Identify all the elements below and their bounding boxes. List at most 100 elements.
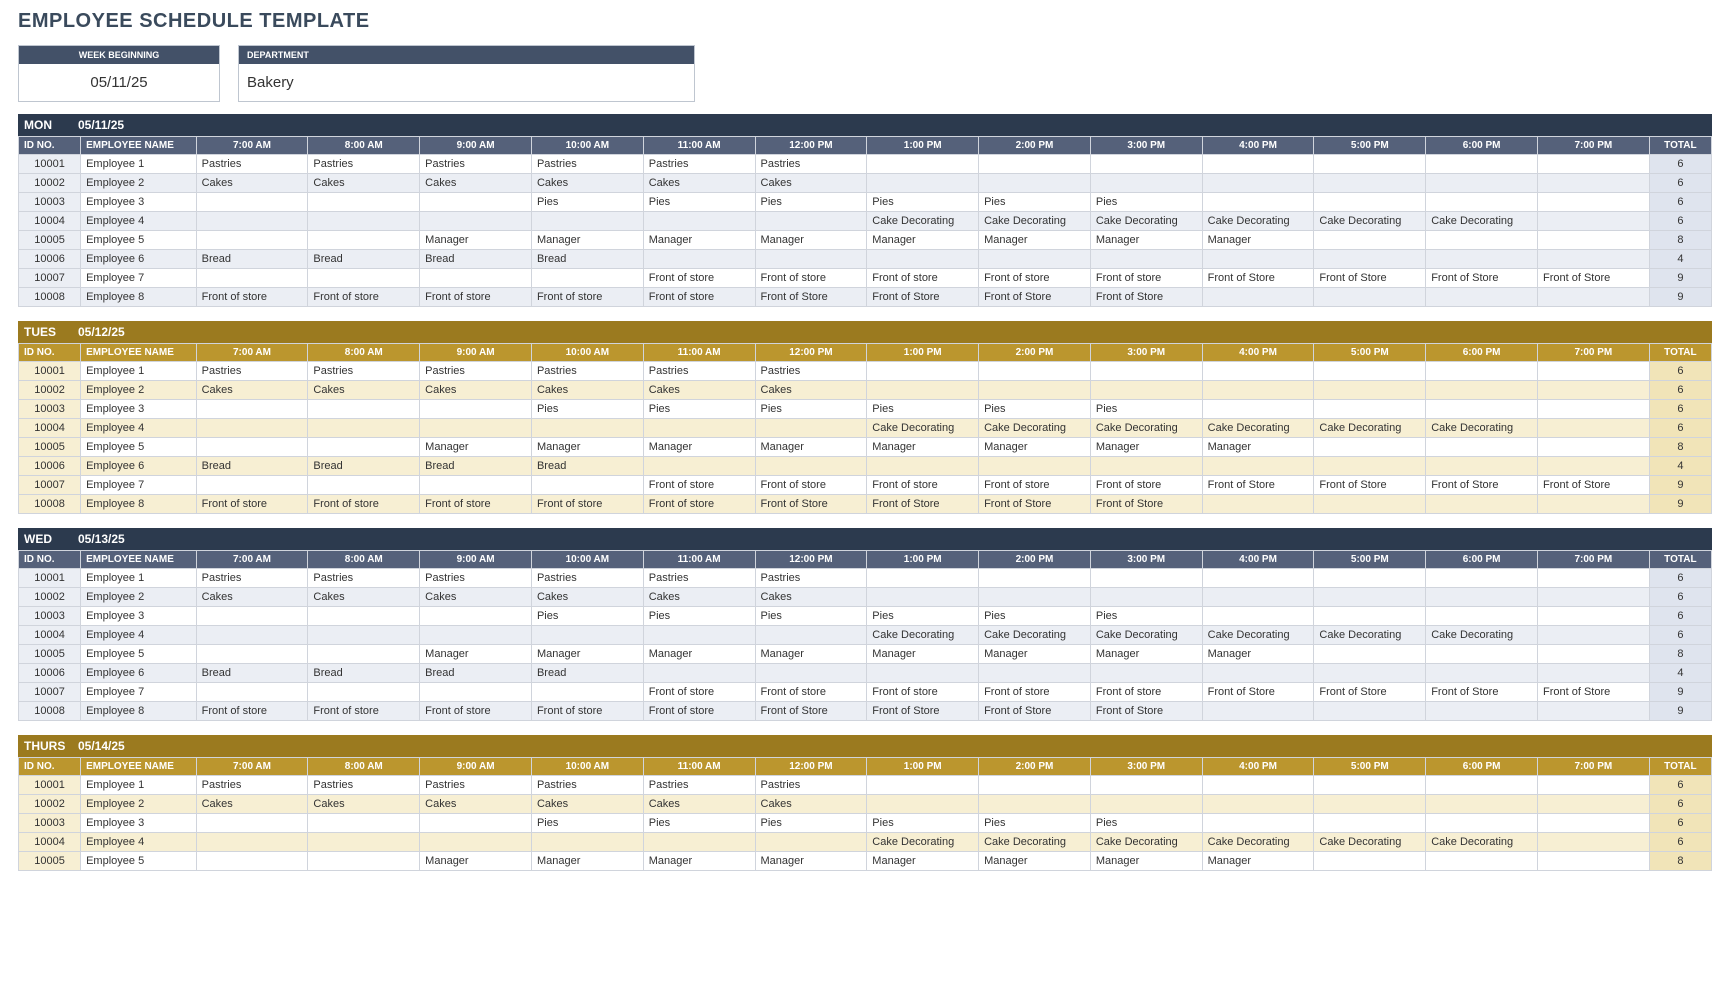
cell-shift[interactable]: Front of Store: [1314, 476, 1426, 495]
cell-shift[interactable]: Pastries: [420, 776, 532, 795]
cell-shift[interactable]: Manager: [867, 438, 979, 457]
cell-shift[interactable]: [196, 231, 308, 250]
cell-shift[interactable]: Manager: [420, 645, 532, 664]
cell-shift[interactable]: Pies: [1090, 814, 1202, 833]
cell-shift[interactable]: [1090, 588, 1202, 607]
cell-shift[interactable]: [1202, 250, 1314, 269]
cell-shift[interactable]: Bread: [196, 457, 308, 476]
cell-shift[interactable]: [1537, 833, 1649, 852]
cell-shift[interactable]: [755, 419, 867, 438]
cell-shift[interactable]: [308, 193, 420, 212]
cell-shift[interactable]: [755, 250, 867, 269]
cell-shift[interactable]: [979, 155, 1091, 174]
cell-shift[interactable]: Pastries: [420, 362, 532, 381]
cell-shift[interactable]: [420, 193, 532, 212]
cell-shift[interactable]: [1537, 438, 1649, 457]
cell-shift[interactable]: [1314, 795, 1426, 814]
cell-shift[interactable]: Pastries: [755, 155, 867, 174]
cell-shift[interactable]: Pies: [867, 814, 979, 833]
cell-shift[interactable]: [1537, 776, 1649, 795]
cell-shift[interactable]: [1314, 381, 1426, 400]
cell-shift[interactable]: Pies: [867, 607, 979, 626]
cell-shift[interactable]: [1537, 457, 1649, 476]
cell-shift[interactable]: [643, 250, 755, 269]
cell-shift[interactable]: [643, 664, 755, 683]
cell-shift[interactable]: Bread: [531, 664, 643, 683]
week-beginning-value[interactable]: 05/11/25: [19, 64, 219, 101]
cell-shift[interactable]: [643, 419, 755, 438]
cell-shift[interactable]: Front of store: [643, 476, 755, 495]
cell-shift[interactable]: Pies: [867, 193, 979, 212]
cell-shift[interactable]: Front of Store: [1426, 683, 1538, 702]
cell-shift[interactable]: Cakes: [420, 174, 532, 193]
cell-shift[interactable]: Front of Store: [1426, 476, 1538, 495]
cell-shift[interactable]: Cakes: [196, 381, 308, 400]
cell-shift[interactable]: Front of store: [420, 495, 532, 514]
cell-shift[interactable]: [1202, 664, 1314, 683]
cell-shift[interactable]: Pies: [531, 814, 643, 833]
cell-shift[interactable]: [1537, 155, 1649, 174]
cell-shift[interactable]: Front of Store: [1202, 476, 1314, 495]
cell-shift[interactable]: [867, 776, 979, 795]
cell-shift[interactable]: Manager: [1090, 438, 1202, 457]
cell-shift[interactable]: Cake Decorating: [867, 212, 979, 231]
cell-shift[interactable]: [1426, 155, 1538, 174]
cell-shift[interactable]: [196, 193, 308, 212]
cell-shift[interactable]: Pastries: [755, 362, 867, 381]
cell-shift[interactable]: Front of store: [755, 269, 867, 288]
cell-shift[interactable]: [1537, 702, 1649, 721]
cell-shift[interactable]: [1537, 495, 1649, 514]
cell-shift[interactable]: [420, 269, 532, 288]
cell-shift[interactable]: Pastries: [196, 776, 308, 795]
cell-shift[interactable]: Front of store: [867, 683, 979, 702]
cell-shift[interactable]: [1314, 174, 1426, 193]
cell-shift[interactable]: Manager: [1202, 231, 1314, 250]
cell-shift[interactable]: Cake Decorating: [867, 833, 979, 852]
cell-shift[interactable]: Pies: [643, 607, 755, 626]
cell-shift[interactable]: Cakes: [755, 588, 867, 607]
cell-shift[interactable]: [1537, 288, 1649, 307]
cell-shift[interactable]: Cakes: [755, 381, 867, 400]
cell-shift[interactable]: [420, 400, 532, 419]
cell-shift[interactable]: Front of Store: [1202, 269, 1314, 288]
cell-shift[interactable]: Manager: [1202, 645, 1314, 664]
cell-shift[interactable]: Bread: [420, 250, 532, 269]
cell-shift[interactable]: [755, 457, 867, 476]
cell-shift[interactable]: Front of Store: [1537, 683, 1649, 702]
cell-shift[interactable]: [1314, 193, 1426, 212]
cell-shift[interactable]: Cake Decorating: [1202, 833, 1314, 852]
cell-shift[interactable]: Cakes: [531, 795, 643, 814]
cell-shift[interactable]: [1537, 212, 1649, 231]
cell-shift[interactable]: [1426, 645, 1538, 664]
cell-shift[interactable]: Pastries: [755, 776, 867, 795]
cell-shift[interactable]: Bread: [308, 250, 420, 269]
cell-shift[interactable]: Cake Decorating: [1090, 419, 1202, 438]
cell-shift[interactable]: Front of Store: [1537, 476, 1649, 495]
cell-shift[interactable]: [1537, 852, 1649, 871]
cell-shift[interactable]: [196, 476, 308, 495]
cell-shift[interactable]: Cake Decorating: [979, 626, 1091, 645]
cell-shift[interactable]: Pastries: [643, 776, 755, 795]
cell-shift[interactable]: [979, 381, 1091, 400]
cell-shift[interactable]: [1426, 438, 1538, 457]
cell-shift[interactable]: [1537, 250, 1649, 269]
cell-shift[interactable]: [1314, 495, 1426, 514]
cell-shift[interactable]: Cake Decorating: [1314, 833, 1426, 852]
cell-shift[interactable]: Pastries: [308, 155, 420, 174]
cell-shift[interactable]: Front of store: [979, 683, 1091, 702]
cell-shift[interactable]: Bread: [196, 250, 308, 269]
cell-shift[interactable]: Manager: [755, 438, 867, 457]
cell-shift[interactable]: [867, 362, 979, 381]
cell-shift[interactable]: Cake Decorating: [867, 626, 979, 645]
cell-shift[interactable]: Pies: [755, 400, 867, 419]
cell-shift[interactable]: Manager: [979, 438, 1091, 457]
cell-shift[interactable]: Front of store: [643, 702, 755, 721]
cell-shift[interactable]: [308, 683, 420, 702]
cell-shift[interactable]: [1537, 607, 1649, 626]
cell-shift[interactable]: Manager: [643, 231, 755, 250]
cell-shift[interactable]: Front of store: [643, 495, 755, 514]
cell-shift[interactable]: [1202, 495, 1314, 514]
cell-shift[interactable]: Front of Store: [1537, 269, 1649, 288]
cell-shift[interactable]: Cake Decorating: [979, 419, 1091, 438]
cell-shift[interactable]: [196, 645, 308, 664]
